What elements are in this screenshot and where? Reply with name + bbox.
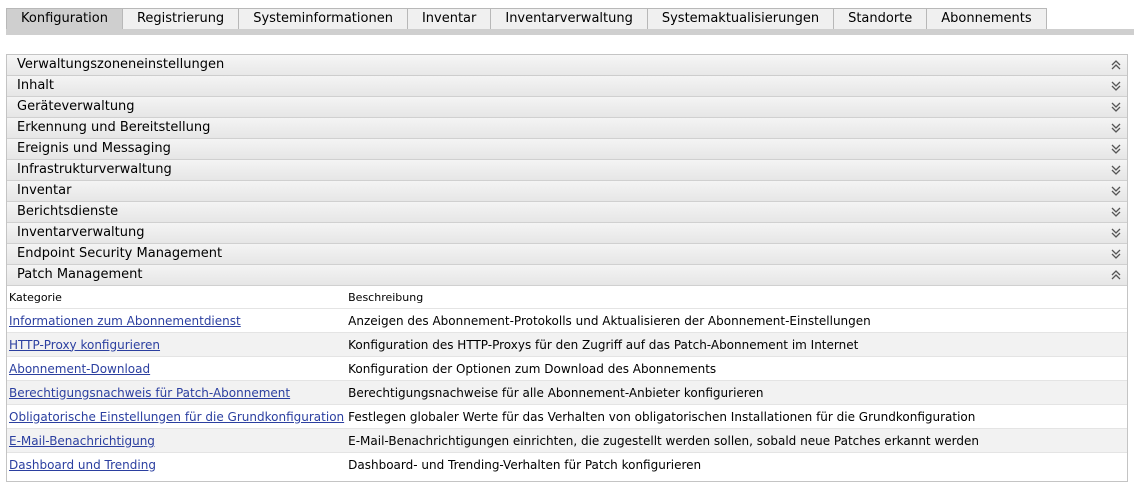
section-label: Endpoint Security Management — [17, 246, 223, 261]
section-label: Infrastrukturverwaltung — [17, 162, 172, 177]
expand-down-icon[interactable] — [1109, 142, 1123, 156]
subscription-download-link[interactable]: Abonnement-Download — [9, 362, 150, 376]
panel-title-header[interactable]: Verwaltungszoneneinstellungen — [7, 55, 1127, 76]
column-header-category[interactable]: Kategorie — [7, 286, 346, 309]
section-erkennung-bereitstellung[interactable]: Erkennung und Bereitstellung — [7, 118, 1127, 139]
section-patch-management[interactable]: Patch Management — [7, 265, 1127, 286]
table-header-row: Kategorie Beschreibung — [7, 286, 1127, 309]
table-row: Abonnement-Download Konfiguration der Op… — [7, 356, 1127, 381]
patch-management-table: Kategorie Beschreibung Informationen zum… — [7, 286, 1127, 476]
section-berichtsdienste[interactable]: Berichtsdienste — [7, 202, 1127, 223]
expand-down-icon[interactable] — [1109, 121, 1123, 135]
tab-systemaktualisierungen[interactable]: Systemaktualisierungen — [647, 8, 835, 30]
description-cell: Berechtigungsnachweise für alle Abonneme… — [346, 380, 1127, 405]
description-cell: Konfiguration der Optionen zum Download … — [346, 356, 1127, 381]
section-label: Patch Management — [17, 267, 143, 282]
category-cell: Dashboard und Trending — [7, 452, 347, 476]
description-cell: Anzeigen des Abonnement-Protokolls und A… — [346, 308, 1127, 333]
section-infrastrukturverwaltung[interactable]: Infrastrukturverwaltung — [7, 160, 1127, 181]
email-notification-link[interactable]: E-Mail-Benachrichtigung — [9, 434, 155, 448]
tab-abonnements[interactable]: Abonnements — [927, 8, 1047, 30]
tab-underline — [6, 29, 1134, 35]
expand-down-icon[interactable] — [1109, 79, 1123, 93]
category-cell: Obligatorische Einstellungen für die Gru… — [7, 404, 347, 429]
tab-standorte[interactable]: Standorte — [834, 8, 928, 30]
section-label: Inhalt — [17, 78, 54, 93]
section-label: Berichtsdienste — [17, 204, 119, 219]
category-cell: Informationen zum Abonnementdienst — [7, 308, 347, 333]
column-header-description[interactable]: Beschreibung — [346, 286, 1127, 309]
tab-registrierung[interactable]: Registrierung — [122, 8, 240, 30]
table-row: Dashboard und Trending Dashboard- und Tr… — [7, 452, 1127, 476]
section-inventar[interactable]: Inventar — [7, 181, 1127, 202]
expand-down-icon[interactable] — [1109, 184, 1123, 198]
category-cell: Abonnement-Download — [7, 356, 347, 381]
tab-systeminformationen[interactable]: Systeminformationen — [239, 8, 408, 30]
mandatory-baseline-settings-link[interactable]: Obligatorische Einstellungen für die Gru… — [9, 410, 344, 424]
patch-credentials-link[interactable]: Berechtigungsnachweis für Patch-Abonneme… — [9, 386, 290, 400]
subscription-service-info-link[interactable]: Informationen zum Abonnementdienst — [9, 314, 241, 328]
description-cell: Konfiguration des HTTP-Proxys für den Zu… — [346, 332, 1127, 357]
description-cell: Dashboard- und Trending-Verhalten für Pa… — [346, 452, 1127, 476]
table-row: HTTP-Proxy konfigurieren Konfiguration d… — [7, 332, 1127, 357]
table-row: Berechtigungsnachweis für Patch-Abonneme… — [7, 380, 1127, 405]
expand-down-icon[interactable] — [1109, 163, 1123, 177]
description-cell: E-Mail-Benachrichtigungen einrichten, di… — [346, 428, 1127, 453]
section-label: Inventarverwaltung — [17, 225, 145, 240]
expand-down-icon[interactable] — [1109, 226, 1123, 240]
section-label: Erkennung und Bereitstellung — [17, 120, 211, 135]
table-row: E-Mail-Benachrichtigung E-Mail-Benachric… — [7, 428, 1127, 453]
http-proxy-link[interactable]: HTTP-Proxy konfigurieren — [9, 338, 160, 352]
tab-konfiguration[interactable]: Konfiguration — [6, 8, 123, 30]
table-row: Informationen zum Abonnementdienst Anzei… — [7, 308, 1127, 333]
section-label: Inventar — [17, 183, 72, 198]
section-label: Ereignis und Messaging — [17, 141, 171, 156]
tab-inventar[interactable]: Inventar — [407, 8, 492, 30]
table-row: Obligatorische Einstellungen für die Gru… — [7, 404, 1127, 429]
expand-down-icon[interactable] — [1109, 100, 1123, 114]
expand-down-icon[interactable] — [1109, 247, 1123, 261]
category-cell: Berechtigungsnachweis für Patch-Abonneme… — [7, 380, 347, 405]
tab-bar: Konfiguration Registrierung Systeminform… — [6, 8, 1047, 30]
section-label: Geräteverwaltung — [17, 99, 135, 114]
section-endpoint-security[interactable]: Endpoint Security Management — [7, 244, 1127, 265]
management-zone-settings-panel: Verwaltungszoneneinstellungen Inhalt Ger… — [6, 54, 1128, 482]
collapse-up-icon[interactable] — [1109, 58, 1123, 72]
dashboard-trending-link[interactable]: Dashboard und Trending — [9, 458, 156, 472]
collapse-up-icon[interactable] — [1109, 268, 1123, 282]
section-inventarverwaltung[interactable]: Inventarverwaltung — [7, 223, 1127, 244]
section-ereignis-messaging[interactable]: Ereignis und Messaging — [7, 139, 1127, 160]
category-cell: HTTP-Proxy konfigurieren — [7, 332, 347, 357]
description-cell: Festlegen globaler Werte für das Verhalt… — [346, 404, 1127, 429]
panel-title: Verwaltungszoneneinstellungen — [17, 57, 225, 72]
tab-inventarverwaltung[interactable]: Inventarverwaltung — [491, 8, 648, 30]
expand-down-icon[interactable] — [1109, 205, 1123, 219]
section-inhalt[interactable]: Inhalt — [7, 76, 1127, 97]
section-geraeteverwaltung[interactable]: Geräteverwaltung — [7, 97, 1127, 118]
category-cell: E-Mail-Benachrichtigung — [7, 428, 347, 453]
